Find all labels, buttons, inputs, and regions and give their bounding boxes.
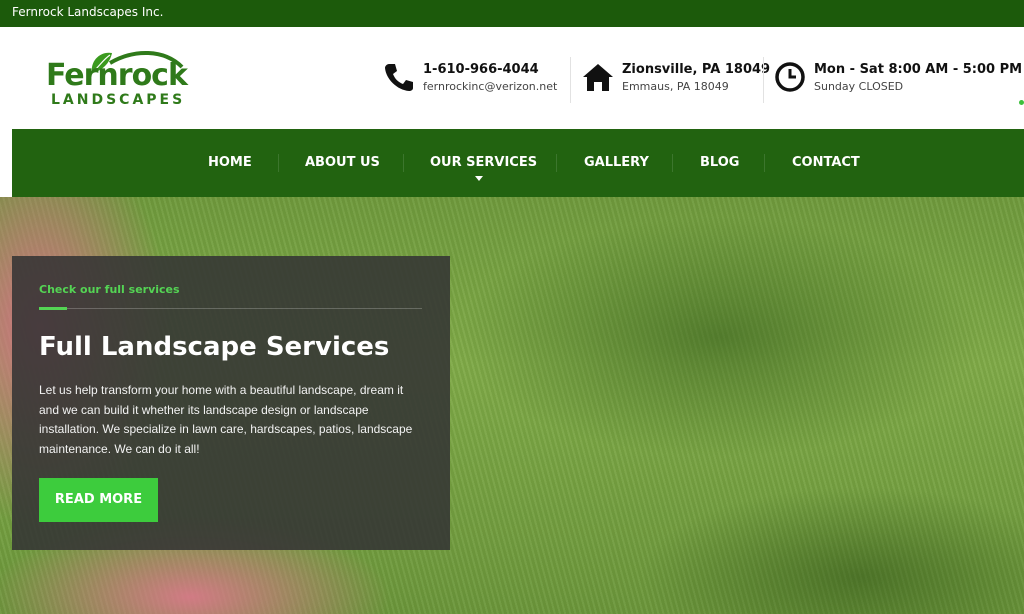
phone-number[interactable]: 1-610-966-4044 xyxy=(423,62,539,77)
address-line-1: Zionsville, PA 18049 xyxy=(622,62,771,77)
nav-item-gallery[interactable]: GALLERY xyxy=(584,155,649,170)
logo-subtitle: LANDSCAPES xyxy=(51,92,186,108)
divider xyxy=(763,57,764,103)
accent-bar xyxy=(39,307,67,310)
nav-divider xyxy=(556,154,557,172)
email-address[interactable]: fernrockinc@verizon.net xyxy=(423,80,557,93)
top-bar: Fernrock Landscapes Inc. xyxy=(0,0,1024,27)
nav-item-blog[interactable]: BLOG xyxy=(700,155,739,170)
main-nav: HOME ABOUT US OUR SERVICES GALLERY BLOG … xyxy=(12,129,1024,197)
company-name: Fernrock Landscapes Inc. xyxy=(12,5,164,19)
phone-icon xyxy=(385,64,413,91)
chevron-down-icon[interactable] xyxy=(475,176,483,181)
hero-title: Full Landscape Services xyxy=(39,332,390,362)
nav-divider xyxy=(278,154,279,172)
nav-item-home[interactable]: HOME xyxy=(208,155,252,170)
hours-weekday: Mon - Sat 8:00 AM - 5:00 PM xyxy=(814,62,1023,77)
home-icon xyxy=(583,64,613,91)
clock-icon xyxy=(775,62,805,92)
hero-tag[interactable]: Check our full services xyxy=(39,283,180,296)
nav-divider xyxy=(672,154,673,172)
hero-card: Check our full services Full Landscape S… xyxy=(12,256,450,550)
nav-divider xyxy=(764,154,765,172)
hero-description: Let us help transform your home with a b… xyxy=(39,383,413,456)
nav-divider xyxy=(403,154,404,172)
nav-item-contact[interactable]: CONTACT xyxy=(792,155,860,170)
site-logo[interactable]: Fernrock LANDSCAPES xyxy=(46,47,196,113)
read-more-button[interactable]: READ MORE xyxy=(39,478,158,522)
nav-item-about-us[interactable]: ABOUT US xyxy=(305,155,380,170)
logo-wordmark: Fernrock xyxy=(46,58,188,93)
contact-address: Zionsville, PA 18049 Emmaus, PA 18049 xyxy=(582,60,770,100)
contact-phone[interactable]: 1-610-966-4044 fernrockinc@verizon.net xyxy=(383,60,563,100)
decorative-dot xyxy=(1019,100,1024,105)
divider xyxy=(570,57,571,103)
nav-item-our-services[interactable]: OUR SERVICES xyxy=(430,155,537,170)
hours-sunday: Sunday CLOSED xyxy=(814,80,904,93)
divider xyxy=(39,308,422,309)
address-line-2: Emmaus, PA 18049 xyxy=(622,80,729,93)
contact-hours: Mon - Sat 8:00 AM - 5:00 PM Sunday CLOSE… xyxy=(774,60,1022,100)
site-header: Fernrock LANDSCAPES 1-610-966-4044 fernr… xyxy=(0,27,1024,129)
